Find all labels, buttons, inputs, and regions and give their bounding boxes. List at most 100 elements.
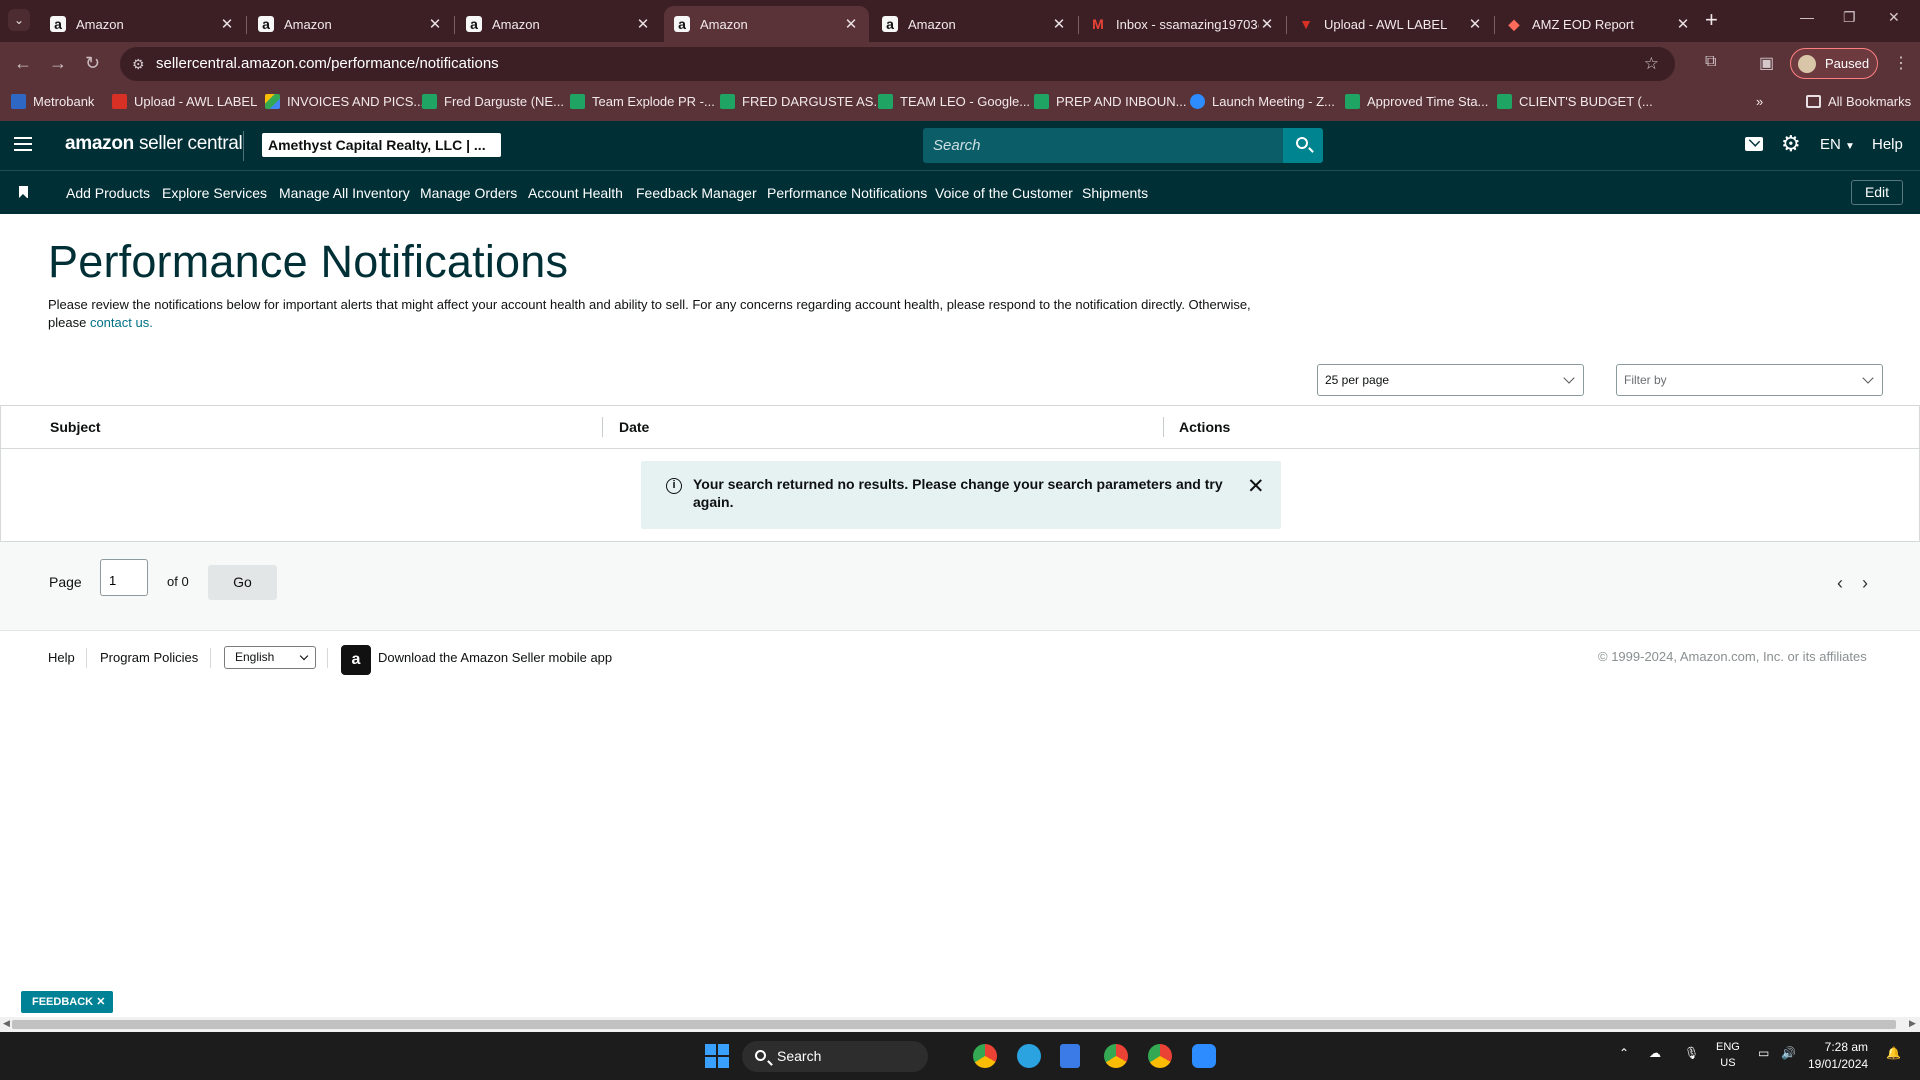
close-tab-icon[interactable]: ✕ (1051, 15, 1067, 33)
edit-nav-button[interactable]: Edit (1851, 180, 1903, 205)
profile-button[interactable]: Paused (1790, 48, 1878, 79)
per-page-select[interactable]: 25 per page (1317, 364, 1584, 396)
amazon-app-icon[interactable]: a (341, 645, 371, 675)
bookmark-item[interactable]: Metrobank (11, 94, 94, 109)
nav-performance-notifications[interactable]: Performance Notifications (767, 185, 927, 201)
scrollbar-thumb[interactable] (12, 1020, 1896, 1029)
new-tab-icon[interactable]: + (1705, 9, 1718, 31)
notification-icon[interactable]: 🔔 (1886, 1046, 1901, 1060)
account-switcher[interactable]: Amethyst Capital Realty, LLC | ... (262, 133, 501, 157)
scroll-left-icon[interactable]: ◀ (3, 1018, 10, 1029)
search-button[interactable] (1283, 128, 1323, 163)
side-panel-icon[interactable]: ▣ (1759, 53, 1774, 73)
windows-start-icon[interactable] (705, 1044, 729, 1068)
hamburger-menu-icon[interactable] (14, 137, 32, 153)
nav-shipments[interactable]: Shipments (1082, 185, 1148, 201)
gear-icon[interactable]: ⚙ (1781, 133, 1801, 155)
search-input[interactable] (923, 128, 1284, 163)
browser-tab[interactable]: M Inbox - ssamazing19703@ ✕ (1080, 6, 1285, 42)
site-info-icon[interactable]: ⚙ (132, 47, 145, 81)
reload-icon[interactable]: ↻ (85, 53, 100, 73)
bookmark-item[interactable]: FRED DARGUSTE AS... (720, 94, 884, 109)
close-icon[interactable]: ✕ (1247, 474, 1265, 499)
browser-tab[interactable]: ◆ AMZ EOD Report ✕ (1496, 6, 1701, 42)
bookmark-item[interactable]: Approved Time Sta... (1345, 94, 1488, 109)
close-tab-icon[interactable]: ✕ (1467, 15, 1483, 33)
zoom-icon[interactable] (1192, 1044, 1216, 1068)
back-icon[interactable]: ← (14, 53, 32, 73)
close-window-icon[interactable]: ✕ (1888, 9, 1900, 26)
clock[interactable]: 7:28 am 19/01/2024 (1808, 1039, 1868, 1073)
more-menu-icon[interactable]: ⋮ (1893, 53, 1909, 73)
browser-tab[interactable]: a Amazon ✕ (456, 6, 661, 42)
bookmark-item[interactable]: Upload - AWL LABEL (112, 94, 257, 109)
bookmark-item[interactable]: Fred Darguste (NE... (422, 94, 564, 109)
bookmark-item[interactable]: PREP AND INBOUN... (1034, 94, 1187, 109)
bookmark-item[interactable]: INVOICES AND PICS... (265, 94, 424, 109)
bookmark-star-icon[interactable]: ☆ (1644, 47, 1659, 81)
bookmark-item[interactable]: CLIENT'S BUDGET (... (1497, 94, 1653, 109)
volume-icon[interactable]: 🔊 (1781, 1046, 1796, 1060)
tab-search-icon[interactable]: ⌄ (8, 9, 30, 31)
more-bookmarks-icon[interactable]: » (1756, 94, 1763, 109)
minimize-icon[interactable]: — (1800, 9, 1814, 25)
browser-tab[interactable]: a Amazon ✕ (872, 6, 1077, 42)
go-button[interactable]: Go (208, 565, 277, 600)
nav-feedback-manager[interactable]: Feedback Manager (636, 185, 757, 201)
contact-us-link[interactable]: contact us. (90, 315, 153, 330)
nav-voice-of-the-customer[interactable]: Voice of the Customer (935, 185, 1073, 201)
footer-language-select[interactable]: English (224, 646, 316, 669)
all-bookmarks[interactable]: All Bookmarks (1806, 94, 1911, 109)
bookmark-item[interactable]: Launch Meeting - Z... (1190, 94, 1335, 109)
browser-tab[interactable]: a Amazon ✕ (248, 6, 453, 42)
nav-add-products[interactable]: Add Products (66, 185, 150, 201)
nav-manage-orders[interactable]: Manage Orders (420, 185, 517, 201)
close-tab-icon[interactable]: ✕ (1675, 15, 1691, 33)
program-policies-link[interactable]: Program Policies (100, 650, 198, 665)
url-bar[interactable]: ⚙ sellercentral.amazon.com/performance/n… (120, 47, 1675, 81)
notepad-icon[interactable] (1060, 1044, 1080, 1068)
chrome-icon[interactable] (1148, 1044, 1172, 1068)
close-icon[interactable]: ✕ (96, 996, 105, 1008)
restore-icon[interactable]: ❐ (1843, 9, 1856, 26)
page-number-input[interactable] (100, 559, 148, 596)
amazon-seller-central-logo[interactable]: amazon seller central (65, 133, 243, 155)
close-tab-icon[interactable]: ✕ (1259, 15, 1275, 33)
nav-explore-services[interactable]: Explore Services (162, 185, 267, 201)
chrome-icon[interactable] (973, 1044, 997, 1068)
nav-manage-all-inventory[interactable]: Manage All Inventory (279, 185, 410, 201)
bookmark-icon[interactable] (19, 186, 28, 198)
extensions-icon[interactable]: ⧉ (1705, 53, 1716, 71)
microphone-icon[interactable]: 🎙 (1684, 1046, 1699, 1060)
network-icon[interactable]: ▭ (1758, 1046, 1769, 1060)
help-link[interactable]: Help (1872, 136, 1903, 153)
feedback-button[interactable]: FEEDBACK ✕ (21, 991, 113, 1013)
browser-tab[interactable]: ▼ Upload - AWL LABEL ✕ (1288, 6, 1493, 42)
bookmark-item[interactable]: Team Explode PR -... (570, 94, 715, 109)
cloud-icon[interactable]: ☁ (1649, 1046, 1661, 1060)
column-date[interactable]: Date (619, 419, 649, 435)
close-tab-icon[interactable]: ✕ (219, 15, 235, 33)
filter-select[interactable]: Filter by (1616, 364, 1883, 396)
mail-icon[interactable] (1745, 137, 1763, 151)
close-tab-icon[interactable]: ✕ (843, 15, 859, 33)
chevron-left-icon[interactable]: ‹ (1837, 573, 1843, 594)
show-hidden-icons-icon[interactable]: ⌃ (1619, 1046, 1629, 1060)
download-app-link[interactable]: Download the Amazon Seller mobile app (378, 650, 612, 665)
chevron-right-icon[interactable]: › (1862, 573, 1868, 594)
forward-icon[interactable]: → (49, 53, 67, 73)
nav-account-health[interactable]: Account Health (528, 185, 623, 201)
language-selector[interactable]: EN ▼ (1820, 136, 1855, 153)
close-tab-icon[interactable]: ✕ (427, 15, 443, 33)
browser-tab[interactable]: a Amazon ✕ (40, 6, 245, 42)
telegram-icon[interactable] (1017, 1044, 1041, 1068)
close-tab-icon[interactable]: ✕ (635, 15, 651, 33)
footer-help-link[interactable]: Help (48, 650, 75, 665)
input-language[interactable]: ENG US (1716, 1039, 1740, 1071)
scroll-right-icon[interactable]: ▶ (1909, 1018, 1916, 1029)
bookmark-item[interactable]: TEAM LEO - Google... (878, 94, 1030, 109)
column-subject[interactable]: Subject (50, 419, 101, 435)
chrome-icon[interactable] (1104, 1044, 1128, 1068)
horizontal-scrollbar[interactable]: ◀ ▶ (0, 1017, 1920, 1032)
taskbar-search[interactable]: Search (742, 1041, 928, 1072)
